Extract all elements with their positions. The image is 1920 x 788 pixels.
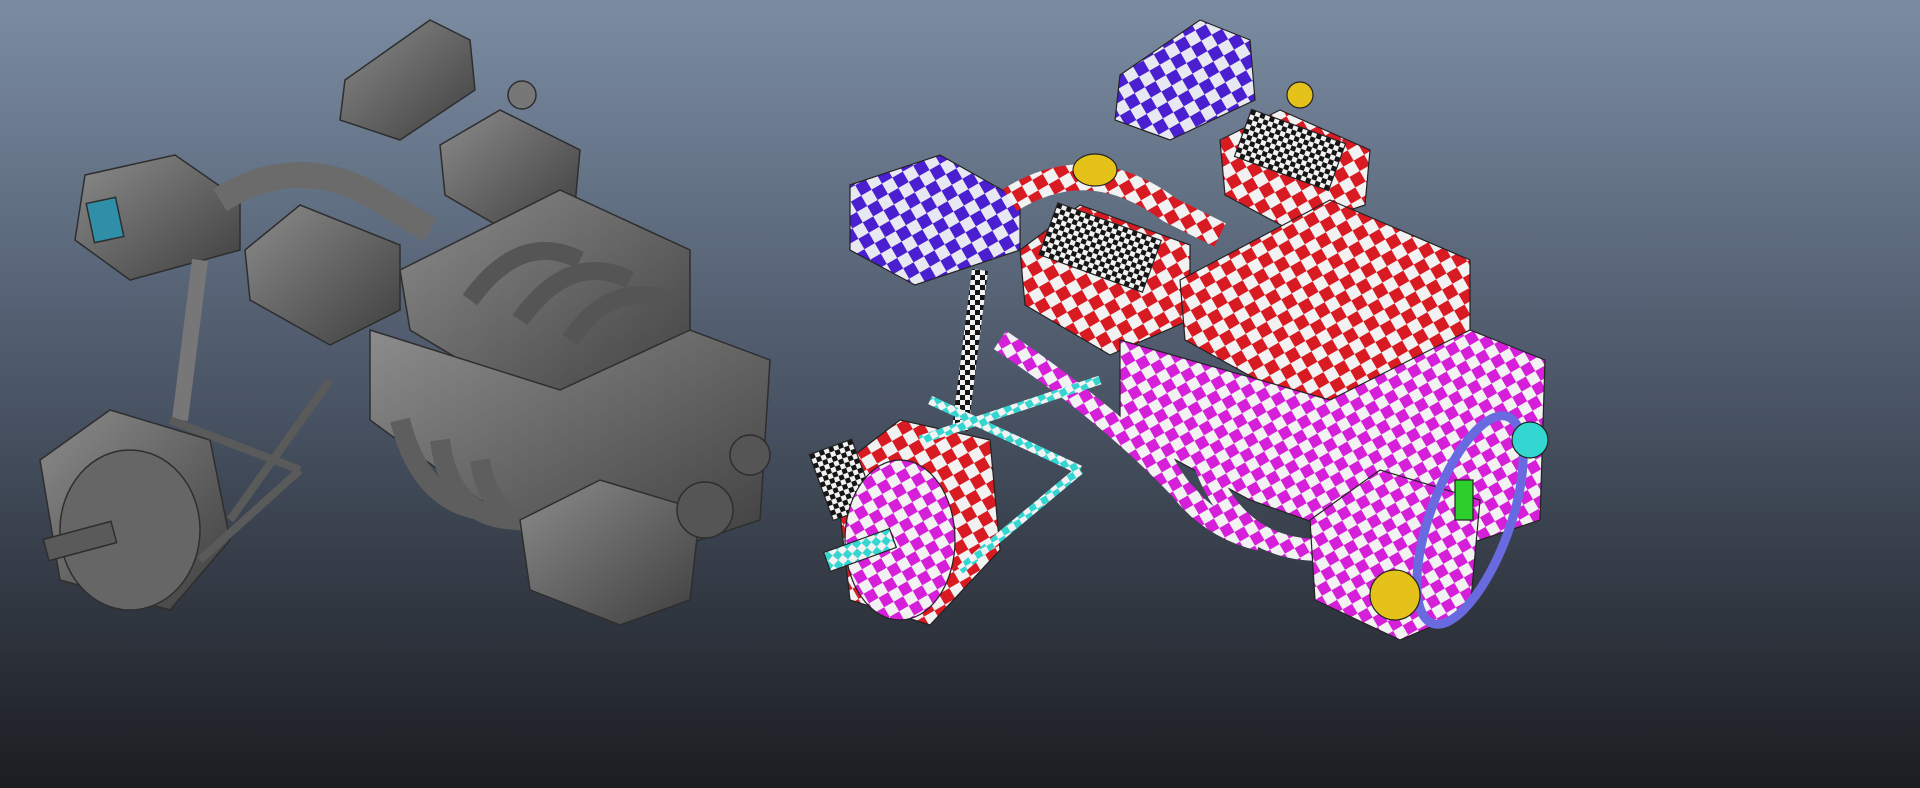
viewport-canvas[interactable] <box>0 0 1920 788</box>
crank-pulley <box>676 481 734 539</box>
accessory-pulley-uv <box>1511 421 1549 459</box>
alternator-green <box>1454 479 1474 521</box>
yellow-throttle-body <box>1072 153 1118 187</box>
oil-filler-cap-uv <box>1286 81 1314 109</box>
accessory-pulley <box>729 434 771 476</box>
crank-pulley-uv <box>1369 569 1421 621</box>
3d-viewport[interactable] <box>0 0 1920 788</box>
oil-filler-cap <box>507 80 537 110</box>
